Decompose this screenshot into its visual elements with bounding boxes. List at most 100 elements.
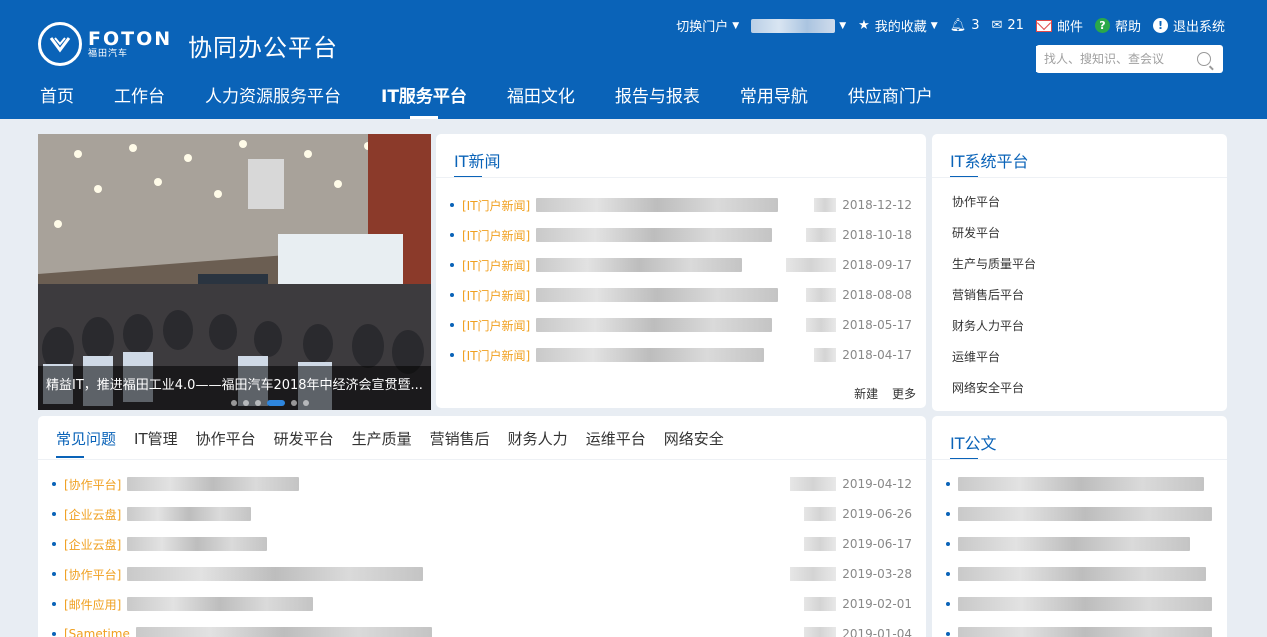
help-link[interactable]: ? 帮助 bbox=[1094, 16, 1141, 35]
list-item[interactable]: [IT门户新闻] 2018-05-17 bbox=[450, 310, 912, 340]
doc-title-redacted[interactable] bbox=[958, 567, 1206, 581]
tab-operations[interactable]: 运维平台 bbox=[586, 428, 646, 458]
nav-it-services[interactable]: IT服务平台 bbox=[361, 86, 487, 119]
foton-logo[interactable]: FOTON 福田汽车 bbox=[38, 22, 172, 66]
tab-sales-service[interactable]: 营销售后 bbox=[430, 428, 490, 458]
caret-down-icon: ▼ bbox=[732, 20, 740, 31]
list-item[interactable] bbox=[946, 529, 1213, 559]
faq-list: [协作平台] 2019-04-12 [企业云盘] 2019-06-26 [企业云… bbox=[52, 469, 912, 637]
list-item[interactable] bbox=[946, 589, 1213, 619]
news-title-redacted[interactable] bbox=[536, 228, 773, 242]
faq-title-redacted[interactable] bbox=[127, 537, 268, 551]
switch-portal-dropdown[interactable]: 切换门户 ▼ bbox=[676, 16, 739, 35]
list-item[interactable] bbox=[946, 619, 1213, 637]
faq-tag[interactable]: [协作平台] bbox=[64, 476, 121, 493]
news-tag[interactable]: [IT门户新闻] bbox=[462, 347, 530, 364]
list-item[interactable]: [邮件应用] 2019-02-01 bbox=[52, 589, 912, 619]
news-tag[interactable]: [IT门户新闻] bbox=[462, 227, 530, 244]
faq-title-redacted[interactable] bbox=[127, 597, 314, 611]
doc-title-redacted[interactable] bbox=[958, 507, 1212, 521]
user-name-redacted bbox=[751, 18, 836, 33]
faq-title-redacted[interactable] bbox=[127, 477, 300, 491]
nav-common-links[interactable]: 常用导航 bbox=[720, 86, 828, 119]
tab-it-management[interactable]: IT管理 bbox=[134, 428, 178, 458]
carousel-dot[interactable] bbox=[255, 400, 261, 406]
list-item[interactable]: [IT门户新闻] 2018-09-17 bbox=[450, 250, 912, 280]
news-title-redacted[interactable] bbox=[536, 318, 773, 332]
system-link-production-quality[interactable]: 生产与质量平台 bbox=[952, 256, 1036, 287]
doc-title-redacted[interactable] bbox=[958, 537, 1190, 551]
logout-link[interactable]: ! 退出系统 bbox=[1152, 16, 1225, 35]
faq-tag[interactable]: [邮件应用] bbox=[64, 596, 121, 613]
carousel-dot[interactable] bbox=[231, 400, 237, 406]
system-link-finance-hr[interactable]: 财务人力平台 bbox=[952, 318, 1036, 349]
mail-link[interactable]: 邮件 bbox=[1035, 16, 1083, 35]
faq-tag[interactable]: [Sametime bbox=[64, 627, 130, 637]
mail-label: 邮件 bbox=[1056, 20, 1083, 35]
carousel-dot-active[interactable] bbox=[267, 400, 285, 406]
faq-title-redacted[interactable] bbox=[127, 507, 252, 521]
list-item[interactable] bbox=[946, 499, 1213, 529]
carousel-dot[interactable] bbox=[243, 400, 249, 406]
system-link-sales-service[interactable]: 营销售后平台 bbox=[952, 287, 1036, 318]
messages-button[interactable]: ✉ 21 bbox=[992, 18, 1024, 33]
list-item[interactable] bbox=[946, 559, 1213, 589]
search-input[interactable] bbox=[1036, 46, 1191, 72]
carousel-dot[interactable] bbox=[303, 400, 309, 406]
tab-network-security[interactable]: 网络安全 bbox=[664, 428, 724, 458]
system-link-network-security[interactable]: 网络安全平台 bbox=[952, 380, 1036, 411]
nav-reports[interactable]: 报告与报表 bbox=[595, 86, 720, 119]
tab-collaboration[interactable]: 协作平台 bbox=[196, 428, 256, 458]
news-title-redacted[interactable] bbox=[536, 288, 779, 302]
notifications-button[interactable]: 🔔︎ 3 bbox=[950, 18, 980, 33]
nav-workbench[interactable]: 工作台 bbox=[94, 86, 185, 119]
news-tag[interactable]: [IT门户新闻] bbox=[462, 197, 530, 214]
faq-tag[interactable]: [协作平台] bbox=[64, 566, 121, 583]
list-item[interactable]: [企业云盘] 2019-06-26 bbox=[52, 499, 912, 529]
doc-title-redacted[interactable] bbox=[958, 627, 1212, 637]
banner-carousel[interactable]: 精益IT，推进福田工业4.0——福田汽车2018年中经济会宣贯暨... bbox=[38, 134, 431, 410]
list-item[interactable]: [IT门户新闻] 2018-08-08 bbox=[450, 280, 912, 310]
news-title-redacted[interactable] bbox=[536, 348, 765, 362]
news-title-redacted[interactable] bbox=[536, 198, 779, 212]
news-tag[interactable]: [IT门户新闻] bbox=[462, 287, 530, 304]
faq-title-redacted[interactable] bbox=[135, 627, 432, 637]
doc-title-redacted[interactable] bbox=[958, 597, 1212, 611]
tab-faq[interactable]: 常见问题 bbox=[56, 428, 116, 458]
list-item[interactable]: [协作平台] 2019-03-28 bbox=[52, 559, 912, 589]
carousel-dots bbox=[228, 400, 312, 406]
new-button[interactable]: 新建 bbox=[854, 387, 878, 401]
list-item[interactable]: [IT门户新闻] 2018-12-12 bbox=[450, 190, 912, 220]
nav-hr-services[interactable]: 人力资源服务平台 bbox=[185, 86, 361, 119]
list-item[interactable]: [IT门户新闻] 2018-10-18 bbox=[450, 220, 912, 250]
faq-title-redacted[interactable] bbox=[127, 567, 424, 581]
exclamation-icon: ! bbox=[1152, 18, 1168, 33]
tab-finance-hr[interactable]: 财务人力 bbox=[508, 428, 568, 458]
more-link[interactable]: 更多 bbox=[892, 387, 916, 401]
faq-tag[interactable]: [企业云盘] bbox=[64, 506, 121, 523]
list-item[interactable]: [Sametime 2019-01-04 bbox=[52, 619, 912, 637]
nav-home[interactable]: 首页 bbox=[20, 86, 94, 119]
search-icon[interactable] bbox=[1197, 52, 1211, 66]
system-link-operations[interactable]: 运维平台 bbox=[952, 349, 1036, 380]
news-title-redacted[interactable] bbox=[536, 258, 743, 272]
tab-rnd[interactable]: 研发平台 bbox=[274, 428, 334, 458]
faq-date: 2019-06-26 bbox=[842, 507, 912, 521]
favorites-dropdown[interactable]: ★ 我的收藏 ▼ bbox=[858, 16, 938, 35]
faq-tabs: 常见问题 IT管理 协作平台 研发平台 生产质量 营销售后 财务人力 运维平台 … bbox=[56, 428, 742, 458]
user-menu[interactable]: ▼ bbox=[751, 18, 846, 33]
faq-tag[interactable]: [企业云盘] bbox=[64, 536, 121, 553]
list-item[interactable]: [IT门户新闻] 2018-04-17 bbox=[450, 340, 912, 370]
system-link-rnd[interactable]: 研发平台 bbox=[952, 225, 1036, 256]
news-tag[interactable]: [IT门户新闻] bbox=[462, 317, 530, 334]
news-tag[interactable]: [IT门户新闻] bbox=[462, 257, 530, 274]
nav-foton-culture[interactable]: 福田文化 bbox=[487, 86, 595, 119]
list-item[interactable]: [协作平台] 2019-04-12 bbox=[52, 469, 912, 499]
tab-production-quality[interactable]: 生产质量 bbox=[352, 428, 412, 458]
carousel-dot[interactable] bbox=[291, 400, 297, 406]
system-link-collaboration[interactable]: 协作平台 bbox=[952, 194, 1036, 225]
doc-title-redacted[interactable] bbox=[958, 477, 1204, 491]
list-item[interactable] bbox=[946, 469, 1213, 499]
nav-supplier-portal[interactable]: 供应商门户 bbox=[828, 86, 953, 119]
list-item[interactable]: [企业云盘] 2019-06-17 bbox=[52, 529, 912, 559]
